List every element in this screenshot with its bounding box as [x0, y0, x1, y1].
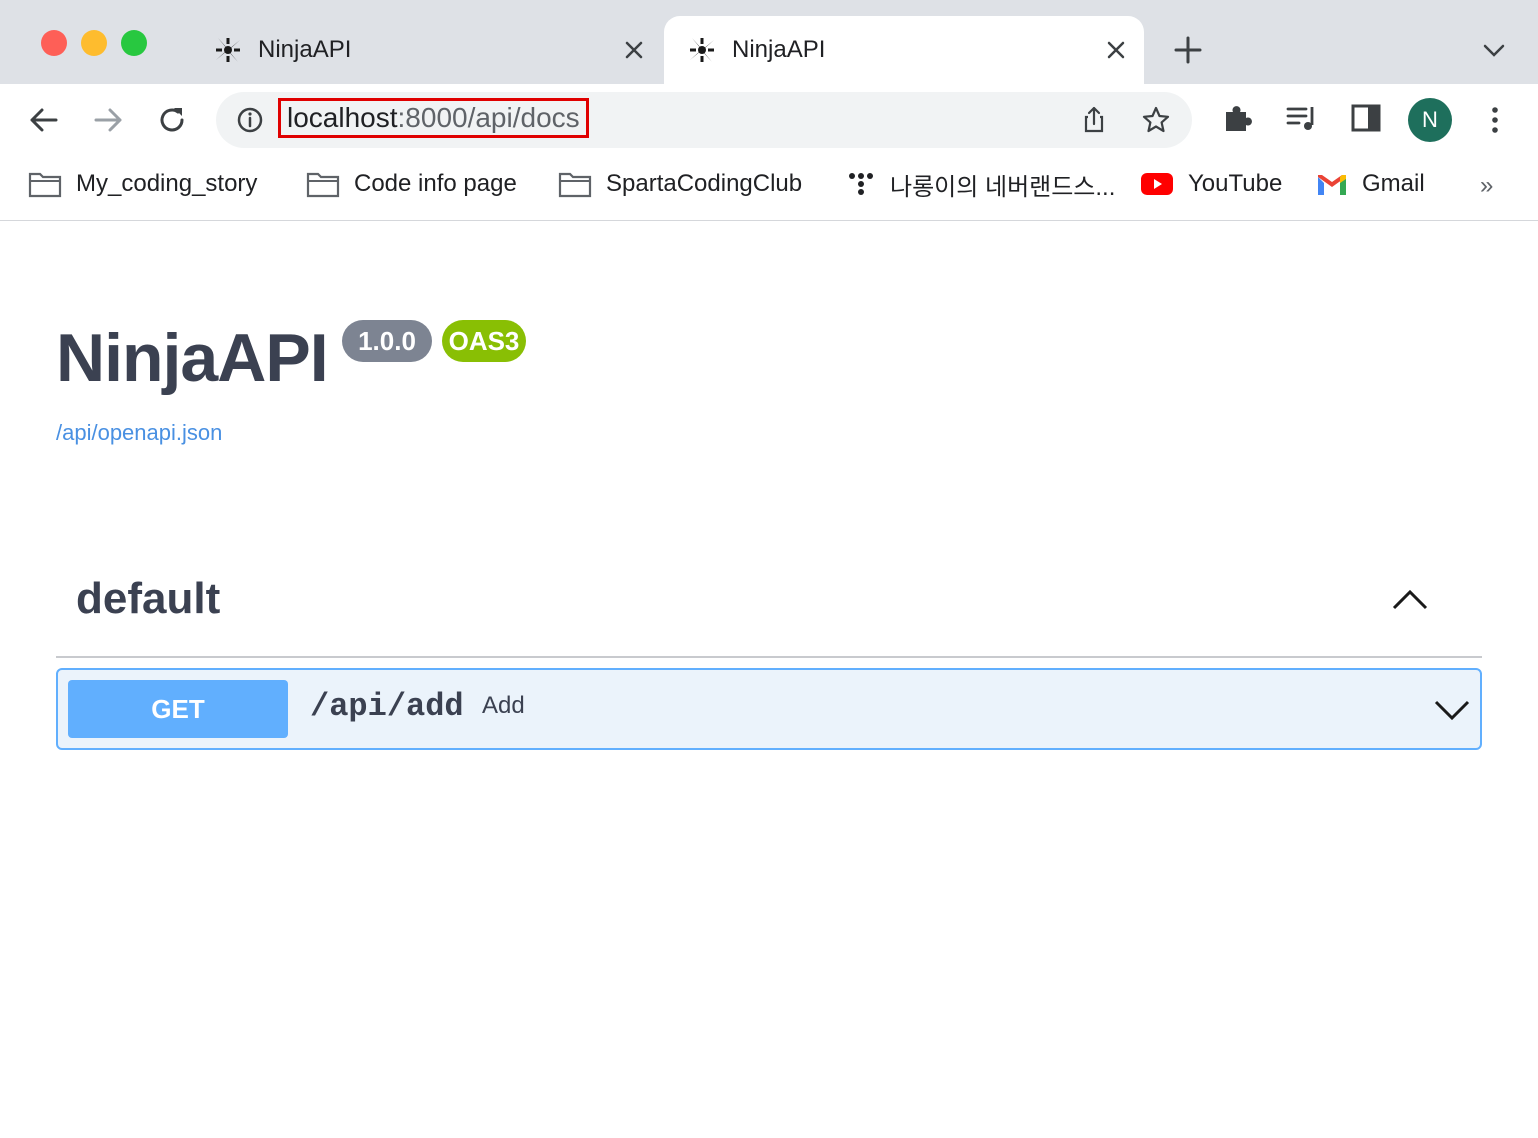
browser-tab-2[interactable]: NinjaAPI	[664, 16, 1144, 84]
more-vertical-icon[interactable]	[1484, 104, 1506, 136]
side-panel-icon[interactable]	[1348, 100, 1384, 136]
bookmark-label: YouTube	[1188, 170, 1283, 197]
operation-summary: Add	[482, 692, 525, 719]
bookmark-item[interactable]: My_coding_story	[28, 166, 257, 202]
dots-logo-icon	[849, 173, 873, 195]
oas-badge: OAS3	[442, 320, 526, 362]
http-method-badge: GET	[68, 680, 288, 738]
new-tab-plus-icon[interactable]	[1170, 32, 1206, 68]
browser-tab-1[interactable]: NinjaAPI	[190, 16, 662, 84]
api-title: NinjaAPI	[56, 320, 329, 396]
gmail-icon	[1318, 175, 1346, 195]
bookmarks-bar: My_coding_story Code info page SpartaCod…	[0, 156, 1538, 221]
bookmark-item[interactable]: Code info page	[306, 166, 517, 202]
close-window-button[interactable]	[41, 30, 67, 56]
bookmark-item[interactable]: 나롱이의 네버랜드스...	[846, 166, 1115, 202]
info-icon[interactable]	[236, 106, 264, 134]
tab-title: NinjaAPI	[258, 36, 352, 63]
star-icon[interactable]	[1140, 104, 1172, 136]
zoom-window-button[interactable]	[121, 30, 147, 56]
bookmark-label: My_coding_story	[76, 170, 258, 197]
tag-section-header[interactable]: default	[56, 560, 1482, 658]
chevron-down-icon[interactable]	[1480, 38, 1508, 62]
reload-icon[interactable]	[154, 102, 190, 138]
minimize-window-button[interactable]	[81, 30, 107, 56]
close-icon[interactable]	[1102, 36, 1130, 64]
chevron-up-icon[interactable]	[1390, 586, 1430, 614]
url-text[interactable]: localhost:8000/api/docs	[278, 98, 589, 138]
shuriken-icon	[216, 38, 240, 62]
bookmarks-overflow-button[interactable]: »	[1480, 172, 1493, 200]
bookmark-label: Code info page	[354, 170, 517, 197]
folder-icon	[28, 172, 62, 198]
operation-path: /api/add	[310, 688, 464, 725]
url-host: localhost	[287, 102, 398, 133]
media-queue-icon[interactable]	[1284, 100, 1320, 136]
extensions-puzzle-icon[interactable]	[1220, 100, 1256, 136]
openapi-spec-link[interactable]: /api/openapi.json	[56, 420, 222, 446]
bookmark-item[interactable]: Gmail	[1316, 166, 1425, 202]
folder-icon	[558, 172, 592, 198]
chevron-down-icon[interactable]	[1432, 696, 1472, 724]
forward-arrow-icon[interactable]	[90, 102, 126, 138]
tab-strip: NinjaAPI NinjaAPI	[0, 0, 1538, 84]
close-icon[interactable]	[620, 36, 648, 64]
url-path: :8000/api/docs	[397, 102, 580, 133]
bookmark-item[interactable]: SpartaCodingClub	[558, 166, 802, 202]
bookmark-label: SpartaCodingClub	[606, 170, 803, 197]
tag-section-title: default	[76, 574, 221, 623]
back-arrow-icon[interactable]	[26, 102, 62, 138]
bookmark-label: 나롱이의 네버랜드스...	[890, 173, 1116, 201]
tab-title: NinjaAPI	[732, 36, 826, 63]
youtube-icon	[1141, 173, 1173, 195]
operation-get-add[interactable]: GET /api/add Add	[56, 668, 1482, 750]
bookmark-label: Gmail	[1362, 170, 1425, 197]
folder-icon	[306, 172, 340, 198]
bookmark-item[interactable]: YouTube	[1140, 166, 1282, 202]
profile-avatar[interactable]: N	[1408, 98, 1452, 142]
address-bar[interactable]: localhost:8000/api/docs	[216, 92, 1192, 148]
version-badge: 1.0.0	[342, 320, 432, 362]
share-icon[interactable]	[1078, 104, 1110, 136]
shuriken-icon	[690, 38, 714, 62]
